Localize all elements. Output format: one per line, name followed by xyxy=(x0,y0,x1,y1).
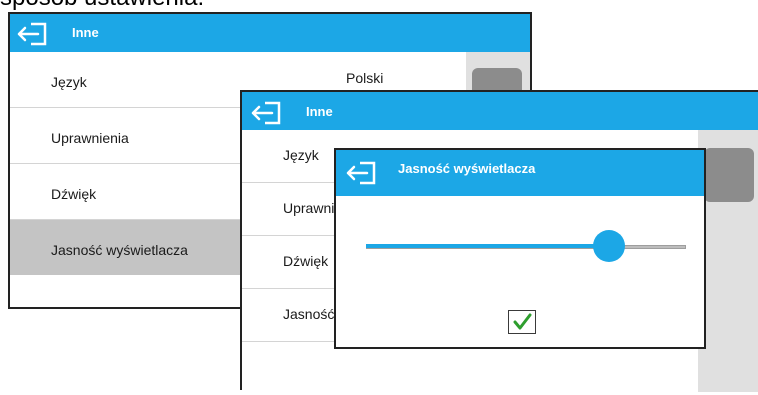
menu-item-value: Polski xyxy=(346,70,384,86)
menu-item-label: Dźwięk xyxy=(51,186,97,202)
brightness-dialog: Jasność wyświetlacza xyxy=(334,148,706,349)
confirm-button[interactable] xyxy=(508,310,536,334)
scrollbar-thumb[interactable] xyxy=(704,148,754,202)
brightness-slider-thumb[interactable] xyxy=(593,230,626,262)
menu-item-label: Uprawnienia xyxy=(51,130,129,146)
menu-item-label: Jasność wyświetlacza xyxy=(51,242,188,258)
exit-arrow-icon[interactable] xyxy=(15,21,49,47)
dialog-title: Jasność wyświetlacza xyxy=(398,161,536,176)
menu-item-empty[interactable] xyxy=(242,342,698,395)
dialog-titlebar: Jasność wyświetlacza xyxy=(336,150,704,196)
exit-arrow-icon[interactable] xyxy=(344,160,378,186)
window-titlebar: Inne xyxy=(242,92,758,130)
brightness-slider-fill xyxy=(366,244,610,248)
checkmark-icon xyxy=(513,313,532,330)
menu-item-label: Język xyxy=(283,147,319,163)
exit-arrow-icon[interactable] xyxy=(249,100,283,126)
page-heading-fragment: sposób ustawienia: xyxy=(0,0,204,10)
menu-item-label: Dźwięk xyxy=(283,253,329,269)
window-title: Inne xyxy=(306,104,333,119)
window-title: Inne xyxy=(72,25,99,40)
menu-item-label: Język xyxy=(51,74,87,90)
window-titlebar: Inne xyxy=(10,14,530,52)
